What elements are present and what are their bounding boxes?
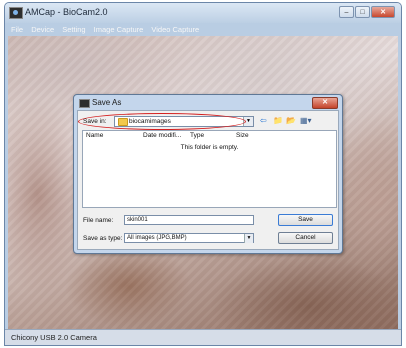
chevron-down-icon[interactable]: ▼ [244,234,253,243]
save-in-value: biocamimages [129,118,171,125]
caption-buttons: – □ ✕ [338,6,395,18]
status-text: Chicony USB 2.0 Camera [11,333,97,342]
maximize-button[interactable]: □ [355,6,370,18]
column-name[interactable]: Name [86,132,103,139]
menu-image-capture[interactable]: Image Capture [94,25,144,34]
close-button[interactable]: ✕ [371,6,395,18]
dialog-app-icon [79,99,90,108]
save-as-type-select[interactable]: All images (JPG,BMP) ▼ [124,233,254,243]
camera-app-icon [9,7,23,19]
save-in-combo[interactable]: biocamimages ▼ [114,116,254,127]
menu-file[interactable]: File [11,25,23,34]
back-arrow-icon[interactable]: ⇦ [260,116,267,126]
cancel-button[interactable]: Cancel [278,232,333,244]
column-size[interactable]: Size [236,132,249,139]
view-menu-icon[interactable]: ▦▾ [300,116,312,126]
new-folder-icon[interactable]: 📂 [286,116,296,126]
chevron-down-icon[interactable]: ▼ [243,117,253,126]
up-folder-icon[interactable]: 📁 [273,116,283,126]
menu-setting[interactable]: Setting [62,25,85,34]
title-bar[interactable]: AMCap - BioCam2.0 – □ ✕ [5,3,401,23]
save-as-type-label: Save as type: [83,235,123,242]
dialog-body: Save in: biocamimages ▼ ⇦ 📁 📂 ▦▾ Name Da… [77,110,339,250]
file-list[interactable]: Name Date modifi... Type Size This folde… [82,130,337,208]
dialog-title: Save As [92,98,122,107]
dialog-close-button[interactable]: ✕ [312,97,338,109]
file-name-input[interactable]: skin001 [124,215,254,225]
status-bar: Chicony USB 2.0 Camera [5,329,401,345]
column-date-modified[interactable]: Date modifi... [143,132,181,139]
menu-bar: File Device Setting Image Capture Video … [5,23,401,36]
minimize-button[interactable]: – [339,6,354,18]
file-name-label: File name: [83,217,114,224]
empty-folder-message: This folder is empty. [180,144,239,151]
save-button[interactable]: Save [278,214,333,226]
menu-device[interactable]: Device [31,25,54,34]
menu-video-capture[interactable]: Video Capture [151,25,199,34]
save-as-dialog: Save As ✕ Save in: biocamimages ▼ ⇦ 📁 📂 … [73,94,343,254]
save-in-label: Save in: [83,118,107,125]
window-title: AMCap - BioCam2.0 [25,7,108,17]
folder-icon [118,118,128,126]
column-type[interactable]: Type [190,132,204,139]
save-as-type-value: All images (JPG,BMP) [127,235,187,241]
